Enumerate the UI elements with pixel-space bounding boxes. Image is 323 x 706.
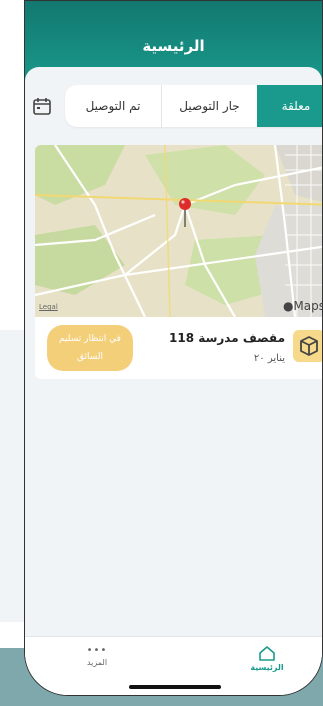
tabs-row: تم التوصيل جار التوصيل معلقة [25, 85, 322, 127]
home-icon [259, 646, 275, 661]
maps-label: Maps [293, 299, 323, 313]
status-line-2: السائق [76, 352, 104, 362]
tab-in-delivery[interactable]: جار التوصيل [161, 85, 257, 127]
main-content: تم التوصيل جار التوصيل معلقة Legal ●Maps… [25, 67, 322, 695]
nav-item-home[interactable]: الرئيسية [237, 645, 297, 672]
nav-item-more[interactable]: ••• المزيد [67, 645, 127, 667]
nav-label-more: المزيد [86, 658, 108, 667]
calendar-button[interactable] [31, 95, 53, 117]
apple-logo-icon: ● [282, 299, 294, 313]
order-card[interactable]: Legal ●Maps في انتظار تسليم السائق مقصف … [35, 145, 323, 379]
tab-pending[interactable]: معلقة [257, 85, 322, 127]
status-badge: في انتظار تسليم السائق [47, 325, 133, 371]
status-line-1: في انتظار تسليم [59, 334, 121, 344]
page-title: الرئيسية [142, 37, 205, 55]
map-view[interactable]: Legal ●Maps [35, 145, 323, 318]
status-tabs: تم التوصيل جار التوصيل معلقة [65, 85, 322, 127]
maps-attribution: ●Maps [282, 299, 323, 313]
order-date: يناير ٢٠ [253, 353, 285, 364]
nav-label-home: الرئيسية [250, 663, 284, 672]
order-info: في انتظار تسليم السائق مقصف مدرسة 118 ين… [35, 317, 322, 379]
tab-delivered[interactable]: تم التوصيل [65, 85, 161, 127]
bottom-nav: ••• المزيد الرئيسية [25, 636, 322, 695]
order-icon-badge [293, 330, 322, 362]
map-canvas [35, 145, 322, 318]
more-icon: ••• [86, 645, 108, 656]
order-name: مقصف مدرسة 118 [169, 331, 285, 345]
map-legal-link[interactable]: Legal [39, 303, 58, 311]
phone-screen: الرئيسية تم التوصيل جار التوصيل معلقة Le… [24, 0, 323, 696]
home-indicator [129, 685, 221, 689]
package-icon [300, 336, 318, 356]
map-pin-icon [179, 198, 191, 227]
calendar-icon [33, 98, 51, 115]
